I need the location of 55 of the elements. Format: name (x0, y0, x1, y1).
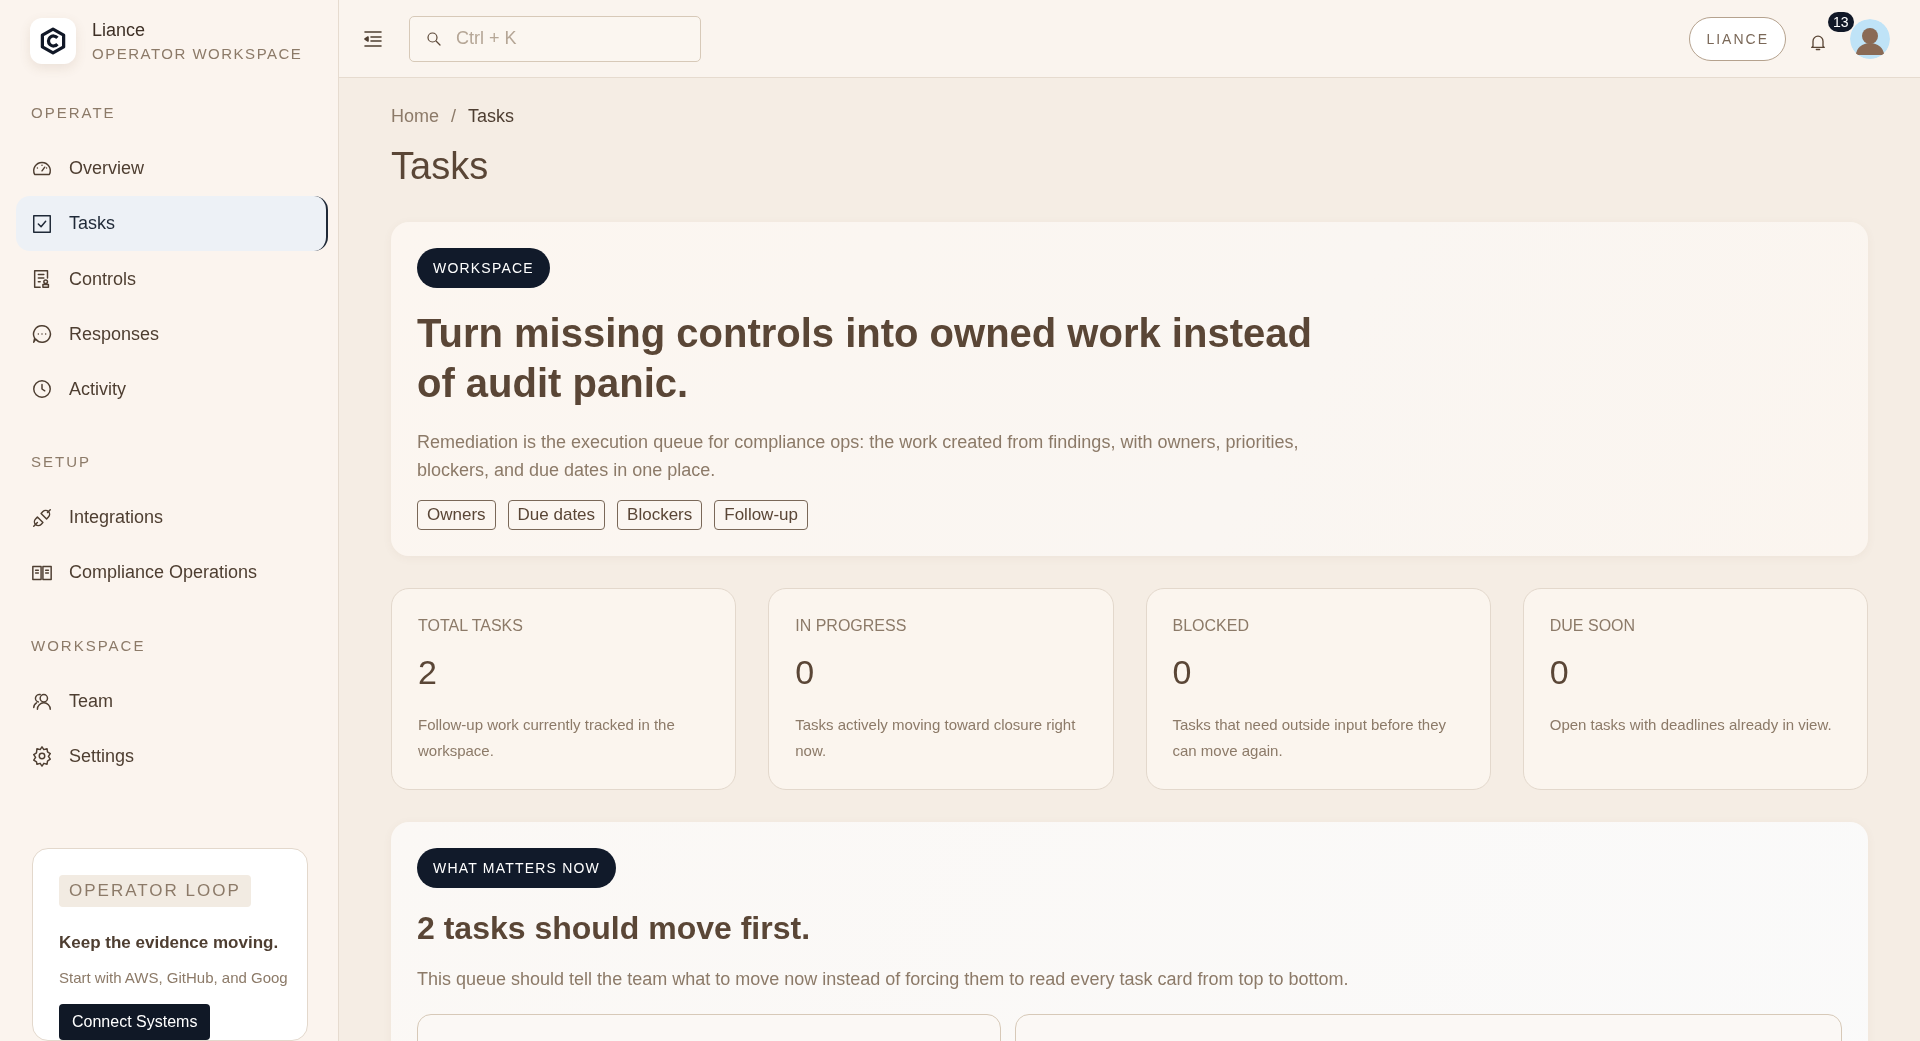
stat-label: DUE SOON (1549, 617, 1637, 635)
brand-subtitle: OPERATOR WORKSPACE (92, 45, 303, 62)
notification-badge: 13 (1828, 11, 1854, 32)
nav-item[interactable]: Overview (16, 141, 322, 197)
stat-description: Follow-up work currently tracked in the workspace. (418, 715, 676, 761)
stat-value: 0 (1549, 653, 1570, 692)
stat-value: 2 (418, 653, 438, 692)
tag: Due dates (507, 500, 606, 530)
nav-item[interactable]: Tasks (16, 196, 328, 252)
breadcrumb-separator: / (451, 106, 457, 127)
stat-label: IN PROGRESS (795, 617, 908, 635)
nav-item[interactable]: Controls (16, 251, 322, 307)
focus-description: This queue should tell the team what to move now instead of forcing them to read every task card from top to bottom. (417, 969, 1350, 990)
logo-icon (30, 18, 76, 64)
stat-description: Open tasks with deadlines already in view. (1549, 715, 1833, 735)
section-heading: WORKSPACE (30, 636, 147, 654)
connect-button[interactable]: Connect Systems (59, 1003, 211, 1040)
tag: Owners (417, 500, 496, 530)
stat-label: TOTAL TASKS (418, 617, 524, 635)
search-field[interactable]: Ctrl + K (409, 15, 701, 62)
nav-item[interactable]: Responses (16, 306, 322, 362)
promo-tag: OPERATOR LOOP (59, 874, 251, 907)
nav-item[interactable]: Settings (16, 728, 322, 784)
promo-text: Start with AWS, GitHub, and Goog (59, 968, 289, 986)
promo-title: Keep the evidence moving. (59, 932, 280, 953)
nav-item[interactable]: Activity (16, 361, 322, 418)
section-badge: WHAT MATTERS NOW (417, 848, 616, 888)
tag: Follow-up (714, 500, 808, 530)
avatar[interactable] (1850, 18, 1890, 59)
nav-item[interactable]: Team (16, 673, 322, 729)
workspace-button[interactable]: LIANCE (1689, 16, 1786, 61)
settings-icon (31, 745, 53, 768)
plug-icon (31, 506, 53, 529)
stat-value: 0 (795, 653, 816, 692)
clock-icon (31, 378, 53, 401)
stat-description: Tasks that need outside input before they can move again. (1172, 715, 1447, 761)
section-heading: OPERATE (30, 104, 117, 121)
chat-bubble-icon (31, 323, 53, 346)
breadcrumb-current: Tasks (468, 106, 515, 127)
stat-description: Tasks actively moving toward closure right now. (795, 715, 1077, 761)
brand-name: Liance (92, 20, 147, 41)
search-icon (425, 29, 443, 48)
focus-title: 2 tasks should move first. (417, 910, 811, 947)
breadcrumb-link[interactable]: Home (391, 106, 439, 127)
nav-item[interactable]: Integrations (16, 490, 322, 546)
tag: Blockers (617, 500, 703, 530)
stat-label: BLOCKED (1172, 617, 1250, 635)
hero-description: Remediation is the execution queue for compliance ops: the work created from findings, with owners, priorities, blockers, and due dates in one place. (417, 431, 1300, 482)
section-badge: WORKSPACE (417, 248, 550, 288)
section-heading: SETUP (30, 453, 92, 471)
stat-value: 0 (1172, 653, 1193, 692)
nav-item[interactable]: Compliance Operations (16, 545, 322, 601)
hero-title: Turn missing controls into owned work instead of audit panic. (417, 310, 1313, 407)
page-title: Tasks (391, 145, 490, 188)
checkbox-icon (31, 212, 53, 235)
